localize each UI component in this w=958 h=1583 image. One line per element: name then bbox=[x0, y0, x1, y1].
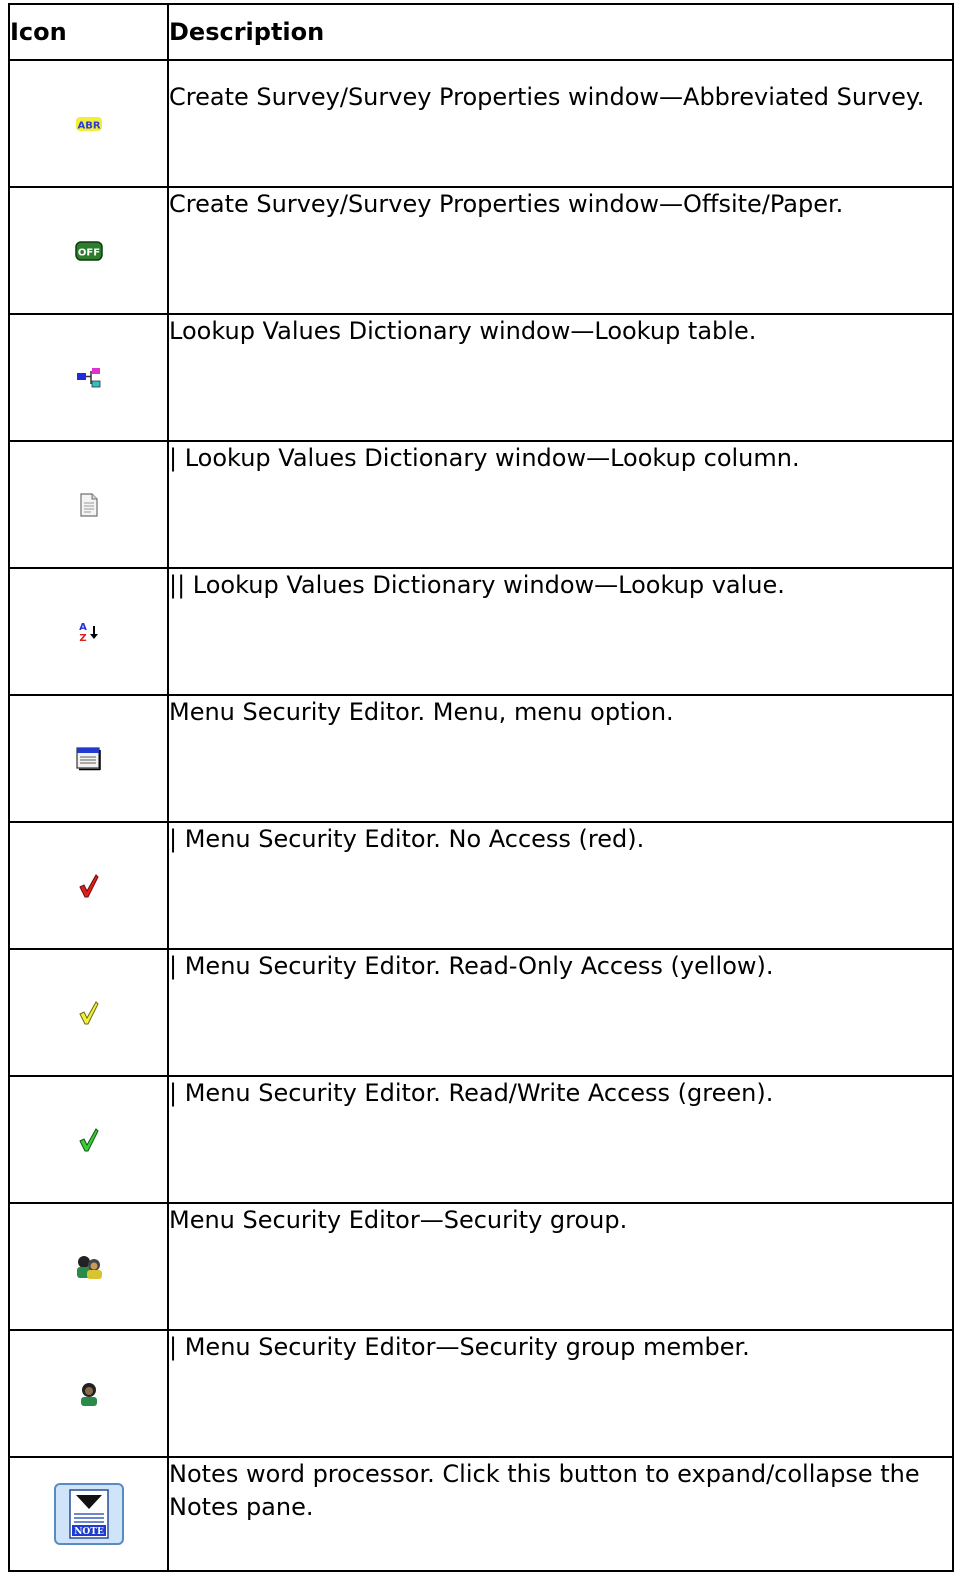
row-description: || Lookup Values Dictionary window—Looku… bbox=[167, 567, 954, 696]
offsite-icon-label: OFF bbox=[77, 247, 99, 258]
table-row: A Z || Lookup Values Dictionary window—L… bbox=[8, 567, 954, 696]
row-description: | Lookup Values Dictionary window—Lookup… bbox=[167, 440, 954, 569]
table-row: | Menu Security Editor—Security group me… bbox=[8, 1329, 954, 1458]
menu-icon bbox=[75, 746, 102, 771]
row-description: Menu Security Editor. Menu, menu option. bbox=[167, 694, 954, 823]
abbreviated-survey-icon: ABR bbox=[75, 114, 103, 134]
notes-button-icon[interactable]: NOTE bbox=[53, 1483, 124, 1545]
red-checkmark-icon bbox=[78, 873, 100, 899]
row-description: Menu Security Editor—Security group. bbox=[167, 1202, 954, 1331]
row-description: Create Survey/Survey Properties window—A… bbox=[167, 59, 954, 188]
table-row: | Menu Security Editor. Read-Only Access… bbox=[8, 948, 954, 1077]
svg-text:A: A bbox=[79, 622, 87, 633]
icon-column-header: Icon bbox=[8, 3, 169, 61]
table-row: ABR Create Survey/Survey Properties wind… bbox=[8, 59, 954, 188]
table-row: Lookup Values Dictionary window—Lookup t… bbox=[8, 313, 954, 442]
notes-icon-label: NOTE bbox=[74, 1527, 104, 1537]
offsite-paper-icon: OFF bbox=[74, 240, 103, 262]
row-description: | Menu Security Editor—Security group me… bbox=[167, 1329, 954, 1458]
svg-text:Z: Z bbox=[79, 633, 86, 644]
security-group-icon bbox=[74, 1254, 104, 1280]
row-description: | Menu Security Editor. Read/Write Acces… bbox=[167, 1075, 954, 1204]
table-row: Menu Security Editor—Security group. bbox=[8, 1202, 954, 1331]
table-row: NOTE Notes word processor. Click this bu… bbox=[8, 1456, 954, 1572]
green-checkmark-icon bbox=[78, 1127, 100, 1153]
table-row: | Lookup Values Dictionary window—Lookup… bbox=[8, 440, 954, 569]
table-row: | Menu Security Editor. Read/Write Acces… bbox=[8, 1075, 954, 1204]
abbreviated-icon-label: ABR bbox=[77, 120, 100, 131]
header-row: Icon Description bbox=[8, 3, 954, 61]
row-description: | Menu Security Editor. Read-Only Access… bbox=[167, 948, 954, 1077]
security-group-member-icon bbox=[78, 1381, 100, 1407]
lookup-value-icon: A Z bbox=[77, 620, 101, 644]
table-row: OFF Create Survey/Survey Properties wind… bbox=[8, 186, 954, 315]
icon-reference-table: Icon Description ABR Create Survey/Surve… bbox=[8, 3, 954, 1572]
row-description: Notes word processor. Click this button … bbox=[167, 1456, 954, 1572]
row-description: Create Survey/Survey Properties window—O… bbox=[167, 186, 954, 315]
yellow-checkmark-icon bbox=[78, 1000, 100, 1026]
description-column-header: Description bbox=[167, 3, 954, 61]
lookup-column-icon bbox=[79, 492, 99, 517]
row-description: Lookup Values Dictionary window—Lookup t… bbox=[167, 313, 954, 442]
table-row: Menu Security Editor. Menu, menu option. bbox=[8, 694, 954, 823]
row-description: | Menu Security Editor. No Access (red). bbox=[167, 821, 954, 950]
table-row: | Menu Security Editor. No Access (red). bbox=[8, 821, 954, 950]
lookup-table-icon bbox=[76, 367, 102, 389]
